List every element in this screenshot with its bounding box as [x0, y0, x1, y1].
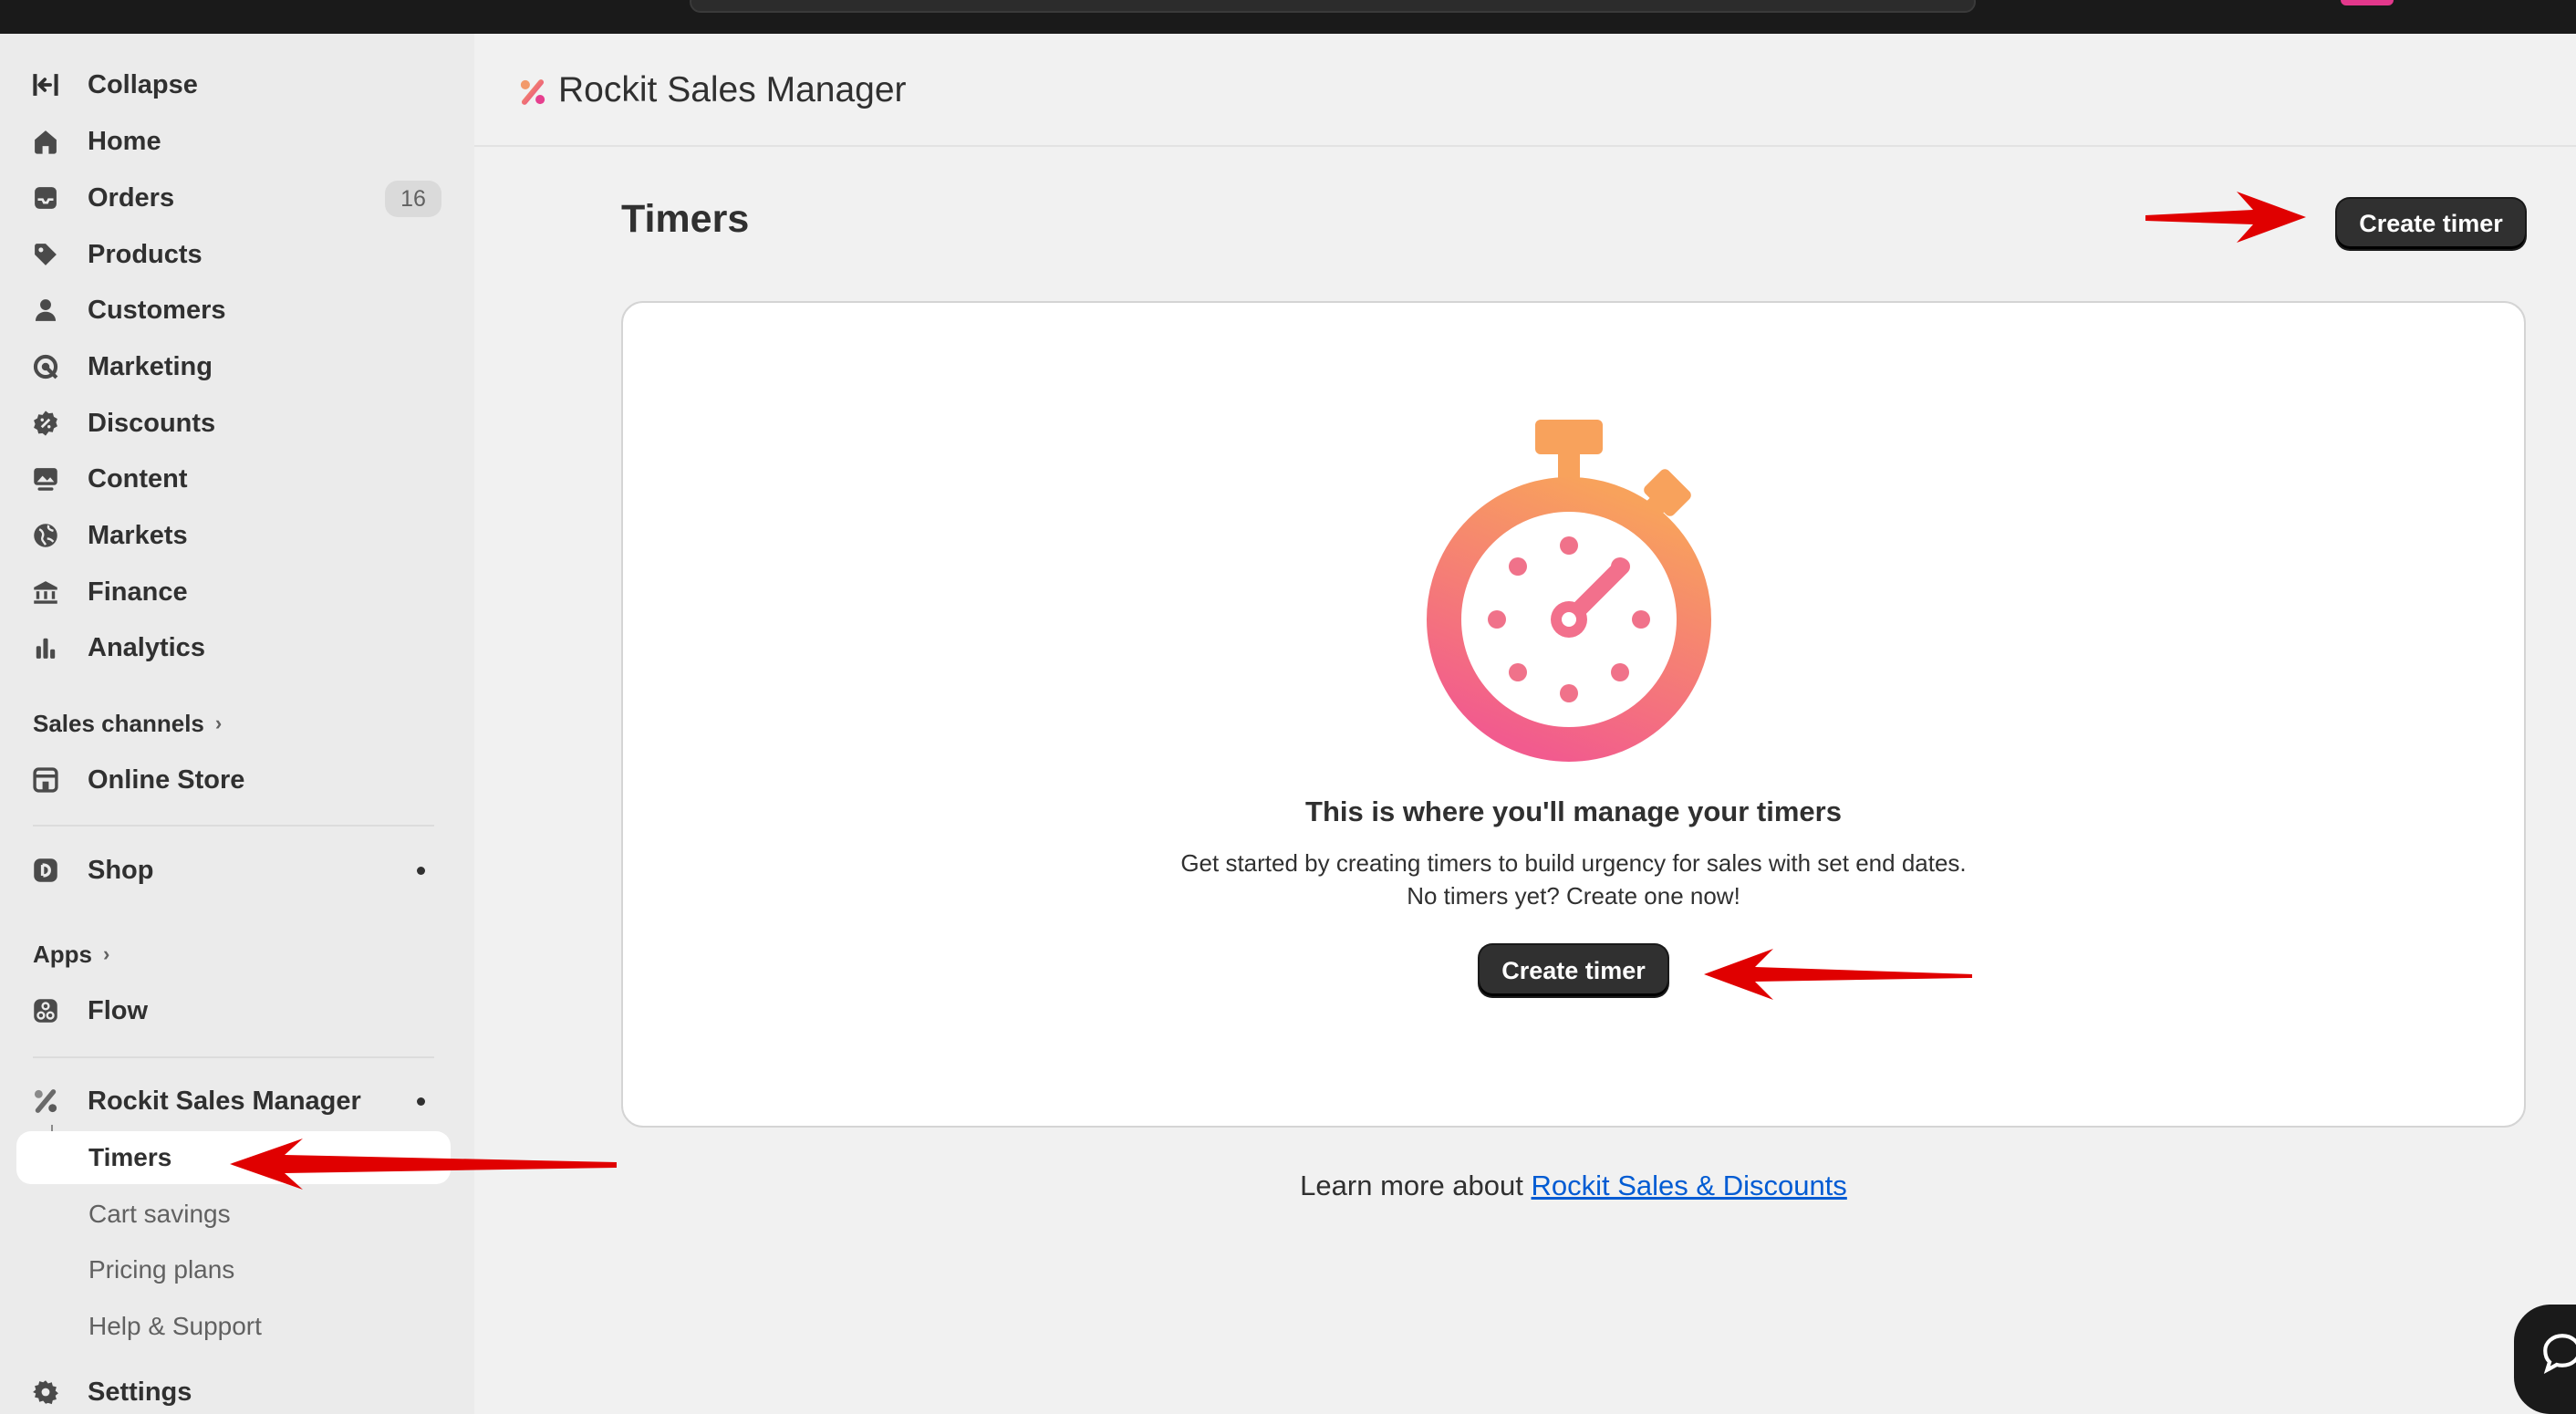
sidebar-subitem-help-support[interactable]: Help & Support [16, 1300, 451, 1353]
pin-indicator-dot [417, 867, 425, 875]
sidebar-subitem-label: Cart savings [88, 1200, 231, 1228]
orders-count-badge: 16 [385, 181, 441, 217]
chevron-right-icon: › [214, 712, 223, 734]
collapse-icon [18, 60, 73, 109]
sidebar-item-online-store[interactable]: Online Store [16, 755, 451, 805]
bar-chart-icon [18, 623, 73, 672]
sidebar-item-customers[interactable]: Customers [16, 286, 451, 335]
empty-state-create-timer-button[interactable]: Create timer [1480, 945, 1667, 996]
sales-channels-heading[interactable]: Sales channels › [33, 705, 222, 742]
percent-app-icon [18, 1076, 73, 1126]
sidebar-item-label: Content [88, 463, 188, 494]
sidebar-item-rockit-sales-manager[interactable]: Rockit Sales Manager [16, 1076, 451, 1126]
sidebar-item-home[interactable]: Home [16, 117, 451, 166]
gear-icon [18, 1367, 73, 1414]
home-icon [18, 117, 73, 166]
global-search-bar[interactable] [690, 0, 1976, 13]
sidebar-item-label: Finance [88, 577, 188, 607]
sidebar-item-shop[interactable]: Shop [16, 846, 451, 895]
sidebar-item-label: Discounts [88, 408, 216, 438]
tag-icon [18, 230, 73, 279]
store-avatar[interactable] [2341, 0, 2394, 5]
sidebar-item-settings[interactable]: Settings [16, 1367, 451, 1414]
create-timer-button[interactable]: Create timer [2337, 199, 2525, 249]
sidebar-item-label: Rockit Sales Manager [88, 1086, 361, 1116]
app-title: Rockit Sales Manager [558, 70, 907, 109]
inbox-icon [18, 173, 73, 223]
sidebar-item-label: Online Store [88, 764, 245, 795]
globe-icon [18, 511, 73, 560]
sidebar-collapse-button[interactable]: Collapse [16, 60, 451, 109]
flow-app-icon [18, 986, 73, 1035]
learn-more-footer: Learn more about Rockit Sales & Discount… [912, 1170, 2235, 1202]
storefront-icon [18, 755, 73, 805]
app-title-bar: Rockit Sales Manager [474, 34, 2576, 147]
chat-icon [2543, 1334, 2576, 1375]
annotation-arrow-left [230, 1138, 617, 1190]
sidebar-item-label: Markets [88, 520, 188, 550]
sidebar-item-label: Home [88, 126, 161, 156]
empty-state-heading: This is where you'll manage your timers [1305, 795, 1842, 827]
sidebar-item-label: Settings [88, 1377, 192, 1407]
sidebar-subitem-label: Timers [88, 1143, 172, 1171]
sales-channels-label: Sales channels [33, 709, 204, 737]
sidebar-item-content[interactable]: Content [16, 454, 451, 504]
sidebar-item-flow[interactable]: Flow [16, 986, 451, 1035]
target-icon [18, 342, 73, 391]
sidebar-item-label: Products [88, 239, 203, 269]
discount-icon [18, 399, 73, 448]
sidebar-item-label: Flow [88, 995, 149, 1025]
chat-support-button[interactable] [2514, 1305, 2576, 1414]
sidebar-item-products[interactable]: Products [16, 230, 451, 279]
sidebar-subitem-label: Help & Support [88, 1312, 262, 1340]
sidebar-item-discounts[interactable]: Discounts [16, 399, 451, 448]
sidebar-divider [33, 1056, 434, 1058]
sidebar-item-label: Marketing [88, 351, 213, 381]
learn-more-text: Learn more about [1300, 1170, 1532, 1201]
sidebar-subitem-label: Pricing plans [88, 1255, 235, 1284]
sidebar-item-label: Customers [88, 295, 226, 325]
learn-more-link[interactable]: Rockit Sales & Discounts [1532, 1170, 1847, 1201]
page-title: Timers [621, 197, 750, 241]
sidebar-divider [33, 825, 434, 827]
pin-indicator-dot [417, 1097, 425, 1106]
sidebar-item-orders[interactable]: Orders 16 [16, 173, 451, 223]
sidebar-item-analytics[interactable]: Analytics [16, 623, 451, 672]
sidebar-item-label: Shop [88, 855, 154, 885]
shop-app-icon [18, 846, 73, 895]
sidebar-subitem-pricing-plans[interactable]: Pricing plans [16, 1243, 451, 1296]
person-icon [18, 286, 73, 335]
chevron-right-icon: › [103, 942, 110, 965]
empty-state-description: Get started by creating timers to build … [1180, 849, 1967, 910]
sidebar-item-label: Analytics [88, 632, 205, 662]
rockit-logo-icon [520, 79, 545, 105]
apps-heading[interactable]: Apps › [33, 936, 109, 972]
annotation-arrow-left [1704, 949, 1972, 1000]
collapse-label: Collapse [88, 69, 198, 99]
sidebar-subitem-cart-savings[interactable]: Cart savings [16, 1188, 451, 1241]
annotation-arrow-right [2145, 192, 2306, 243]
sidebar-item-marketing[interactable]: Marketing [16, 342, 451, 391]
image-icon [18, 454, 73, 504]
sidebar-item-markets[interactable]: Markets [16, 511, 451, 560]
sidebar-item-label: Orders [88, 182, 175, 213]
apps-label: Apps [33, 940, 92, 968]
top-bar [0, 0, 2576, 34]
bank-icon [18, 567, 73, 617]
sidebar-item-finance[interactable]: Finance [16, 567, 451, 617]
stopwatch-icon [1427, 420, 1711, 762]
